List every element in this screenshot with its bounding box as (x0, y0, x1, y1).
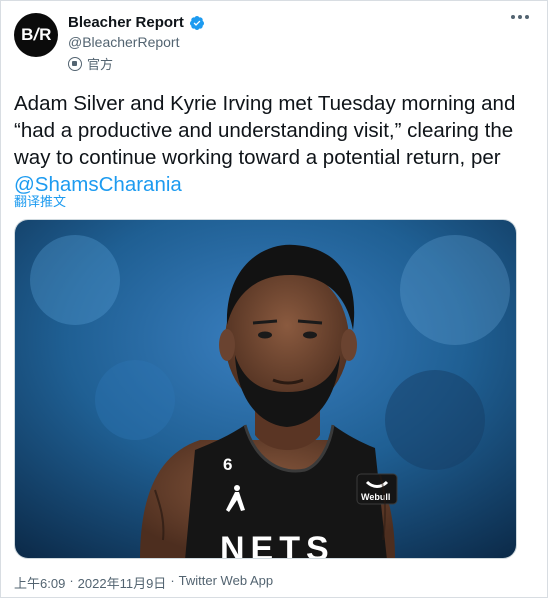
translate-tweet-link[interactable]: 翻译推文 (14, 191, 66, 210)
sponsor-patch: Webull (361, 492, 390, 502)
official-label-text: 官方 (87, 57, 114, 72)
name-row: Bleacher Report (68, 14, 205, 31)
more-dot (525, 15, 529, 19)
tweet-photo[interactable]: 6 Webull NETS (14, 219, 517, 559)
verified-badge-icon (189, 15, 204, 30)
avatar-letter-b: B (21, 25, 33, 44)
meta-separator: · (69, 573, 74, 588)
display-name[interactable]: Bleacher Report (68, 14, 184, 31)
tweet-meta: 上午6:09 · 2022年11月9日 · Twitter Web App (14, 573, 273, 592)
avatar-letter-r: R (39, 25, 51, 44)
meta-separator: · (170, 573, 175, 588)
jersey-wordmark: NETS (220, 530, 335, 559)
more-dot (518, 15, 522, 19)
player-photo: 6 Webull NETS (15, 220, 516, 559)
tweet-date[interactable]: 2022年11月9日 (78, 573, 167, 592)
account-handle[interactable]: @BleacherReport (68, 34, 180, 50)
official-label: 官方 (68, 54, 113, 73)
more-options-icon[interactable] (511, 15, 529, 19)
jersey-number: 6 (223, 455, 232, 474)
avatar[interactable]: B / R (14, 13, 58, 57)
tweet-text: Adam Silver and Kyrie Irving met Tuesday… (14, 90, 529, 198)
tweet-card: B / R Bleacher Report @BleacherReport 官方 A… (0, 0, 548, 598)
tweet-time[interactable]: 上午6:09 (14, 573, 65, 592)
tweet-source[interactable]: Twitter Web App (179, 573, 273, 592)
tweet-body: Adam Silver and Kyrie Irving met Tuesday… (14, 92, 516, 169)
official-label-icon (68, 56, 82, 71)
more-dot (511, 15, 515, 19)
